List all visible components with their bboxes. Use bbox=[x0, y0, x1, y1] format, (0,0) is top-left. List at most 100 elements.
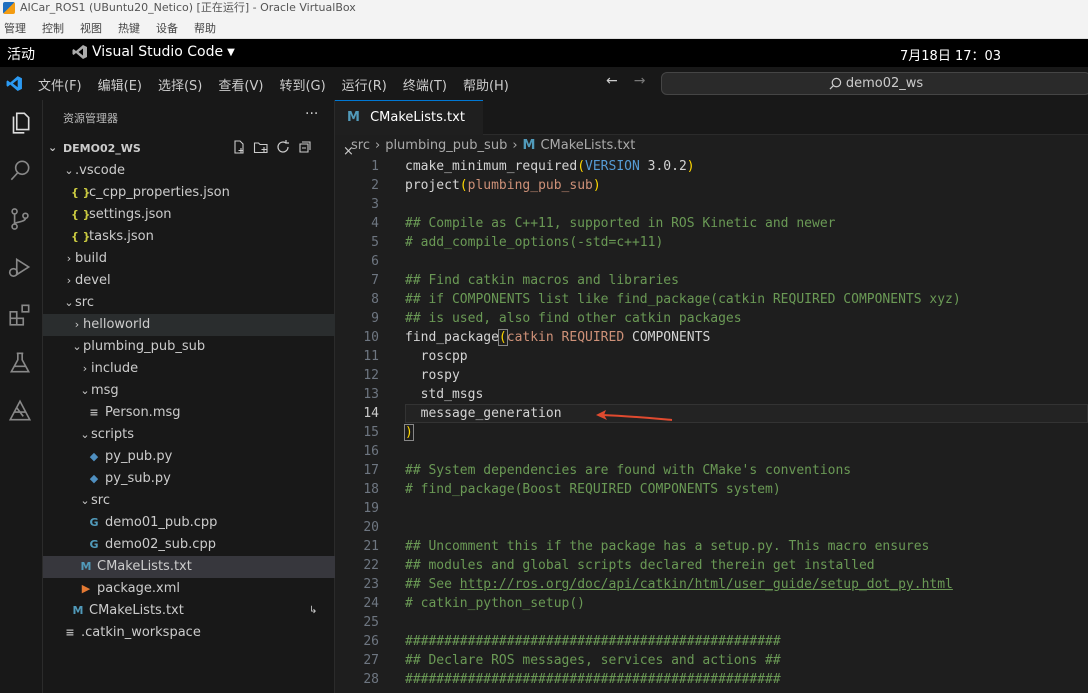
menu-help[interactable]: 帮助(H) bbox=[463, 75, 509, 94]
chevron-down-icon: ⌄ bbox=[80, 494, 90, 507]
virtualbox-logo-icon bbox=[3, 2, 15, 14]
vb-menu-control[interactable]: 控制 bbox=[38, 20, 68, 36]
folder-item[interactable]: ⌄src bbox=[43, 292, 335, 314]
cmake-file-icon: M bbox=[80, 560, 92, 573]
activities-button[interactable]: 活动 bbox=[7, 44, 35, 64]
file-item[interactable]: Gdemo02_sub.cpp bbox=[43, 534, 335, 556]
collapse-all-icon[interactable] bbox=[297, 139, 313, 155]
line-number: 8 bbox=[371, 292, 379, 307]
folder-item[interactable]: › build bbox=[43, 248, 335, 270]
code-line: # catkin_python_setup() bbox=[405, 596, 586, 611]
code-line: project(plumbing_pub_sub) bbox=[405, 178, 601, 193]
tree-item-label: CMakeLists.txt bbox=[89, 603, 184, 618]
line-number: 10 bbox=[363, 330, 379, 345]
vb-menu-view[interactable]: 视图 bbox=[76, 20, 106, 36]
command-center-search[interactable]: demo02_ws bbox=[661, 72, 1088, 95]
arrow-right-icon[interactable]: → bbox=[634, 73, 646, 89]
search-icon bbox=[829, 77, 842, 90]
json-file-icon: { } bbox=[71, 230, 91, 243]
menu-selection[interactable]: 选择(S) bbox=[158, 75, 202, 94]
line-number: 16 bbox=[363, 444, 379, 459]
run-debug-icon[interactable] bbox=[7, 254, 33, 280]
testing-flask-icon[interactable] bbox=[7, 350, 33, 376]
code-line: ########################################… bbox=[405, 672, 781, 687]
chevron-right-icon: › bbox=[82, 362, 88, 375]
vb-menu-hotkeys[interactable]: 热键 bbox=[114, 20, 144, 36]
file-item[interactable]: Gdemo01_pub.cpp bbox=[43, 512, 335, 534]
text-file-icon: ≡ bbox=[89, 406, 99, 419]
breadcrumb-file[interactable]: CMakeLists.txt bbox=[540, 138, 635, 153]
code-line: ## if COMPONENTS list like find_package(… bbox=[405, 292, 961, 307]
menu-go[interactable]: 转到(G) bbox=[279, 75, 325, 94]
code-line: ## Find catkin macros and libraries bbox=[405, 273, 679, 288]
menu-file[interactable]: 文件(F) bbox=[38, 75, 82, 94]
new-file-icon[interactable] bbox=[231, 139, 247, 155]
vb-menu-devices[interactable]: 设备 bbox=[152, 20, 182, 36]
tree-item-label: demo01_pub.cpp bbox=[105, 515, 218, 530]
folder-item[interactable]: ⌄scripts bbox=[43, 424, 335, 446]
menu-terminal[interactable]: 终端(T) bbox=[403, 75, 447, 94]
file-item[interactable]: ▶ package.xml bbox=[43, 578, 335, 600]
folder-item[interactable]: ⌄src bbox=[43, 490, 335, 512]
ros-extension-icon[interactable] bbox=[7, 398, 33, 424]
breadcrumb-package[interactable]: plumbing_pub_sub bbox=[385, 138, 507, 153]
clock[interactable]: 7月18日 17：03 bbox=[900, 45, 1001, 64]
menu-view[interactable]: 查看(V) bbox=[218, 75, 263, 94]
chevron-right-icon: › bbox=[66, 274, 72, 287]
line-number: 12 bbox=[363, 368, 379, 383]
folder-item[interactable]: ⌄plumbing_pub_sub bbox=[43, 336, 335, 358]
file-item[interactable]: ◆ py_pub.py bbox=[43, 446, 335, 468]
symlink-arrow-icon: ↳ bbox=[309, 605, 318, 616]
folder-item[interactable]: › devel bbox=[43, 270, 335, 292]
file-item[interactable]: M CMakeLists.txt ↳ bbox=[43, 600, 335, 622]
file-item[interactable]: { }c_cpp_properties.json bbox=[43, 182, 335, 204]
code-line: rospy bbox=[405, 368, 460, 383]
breadcrumb-src[interactable]: src bbox=[351, 138, 370, 153]
more-actions-icon[interactable]: ··· bbox=[305, 106, 318, 122]
file-item[interactable]: M CMakeLists.txt bbox=[43, 556, 335, 578]
chevron-down-icon: ⌄ bbox=[48, 141, 58, 154]
file-item[interactable]: ≡ Person.msg bbox=[43, 402, 335, 424]
chevron-right-icon: › bbox=[374, 138, 381, 153]
editor-tabs: M CMakeLists.txt × bbox=[335, 100, 1088, 159]
navigation-buttons: ← → bbox=[606, 73, 645, 89]
tree-item-label: build bbox=[75, 251, 107, 266]
folder-item[interactable]: › include bbox=[43, 358, 335, 380]
code-editor[interactable]: 1 cmake_minimum_required(VERSION 3.0.2) 2 p… bbox=[335, 157, 1088, 693]
file-item[interactable]: { }tasks.json bbox=[43, 226, 335, 248]
tree-item-label: demo02_sub.cpp bbox=[105, 537, 216, 552]
new-folder-icon[interactable] bbox=[253, 139, 269, 155]
code-line: # add_compile_options(-std=c++11) bbox=[405, 235, 664, 250]
line-number: 17 bbox=[363, 463, 379, 478]
folder-item[interactable]: ⌄.vscode bbox=[43, 160, 335, 182]
file-item[interactable]: { }settings.json bbox=[43, 204, 335, 226]
vscode-menubar: 文件(F) 编辑(E) 选择(S) 查看(V) 转到(G) 运行(R) 终端(T… bbox=[38, 75, 525, 94]
cmake-file-icon: M bbox=[522, 138, 536, 153]
explorer-title: 资源管理器 bbox=[63, 112, 118, 125]
extensions-icon[interactable] bbox=[7, 302, 33, 328]
app-menu-button[interactable]: Visual Studio Code ▼ bbox=[72, 44, 235, 60]
refresh-icon[interactable] bbox=[275, 139, 291, 155]
python-file-icon: ◆ bbox=[89, 472, 99, 485]
source-control-icon[interactable] bbox=[7, 206, 33, 232]
menu-edit[interactable]: 编辑(E) bbox=[98, 75, 142, 94]
chevron-down-icon: ⌄ bbox=[64, 296, 74, 309]
line-number: 4 bbox=[371, 216, 379, 231]
arrow-left-icon[interactable]: ← bbox=[606, 73, 618, 89]
line-number: 11 bbox=[363, 349, 379, 364]
explorer-panel: 资源管理器 ··· ⌄ DEMO02_WS ⌄.vscode{ }c_cpp_p… bbox=[43, 100, 335, 693]
explorer-actions bbox=[231, 139, 313, 155]
search-icon[interactable] bbox=[7, 158, 33, 184]
file-item[interactable]: ≡ .catkin_workspace bbox=[43, 622, 335, 644]
tab-cmakelists[interactable]: M CMakeLists.txt × bbox=[335, 100, 483, 159]
menu-run[interactable]: 运行(R) bbox=[342, 75, 387, 94]
explorer-icon[interactable] bbox=[7, 110, 33, 136]
search-text: demo02_ws bbox=[845, 76, 924, 91]
vb-menu-help[interactable]: 帮助 bbox=[190, 20, 220, 36]
folder-item[interactable]: ⌄msg bbox=[43, 380, 335, 402]
vb-menu-manage[interactable]: 管理 bbox=[0, 20, 30, 36]
folder-item[interactable]: › helloworld bbox=[43, 314, 335, 336]
file-item[interactable]: ◆ py_sub.py bbox=[43, 468, 335, 490]
workspace-header[interactable]: ⌄ DEMO02_WS bbox=[43, 138, 335, 160]
cmake-file-icon: M bbox=[72, 604, 84, 617]
